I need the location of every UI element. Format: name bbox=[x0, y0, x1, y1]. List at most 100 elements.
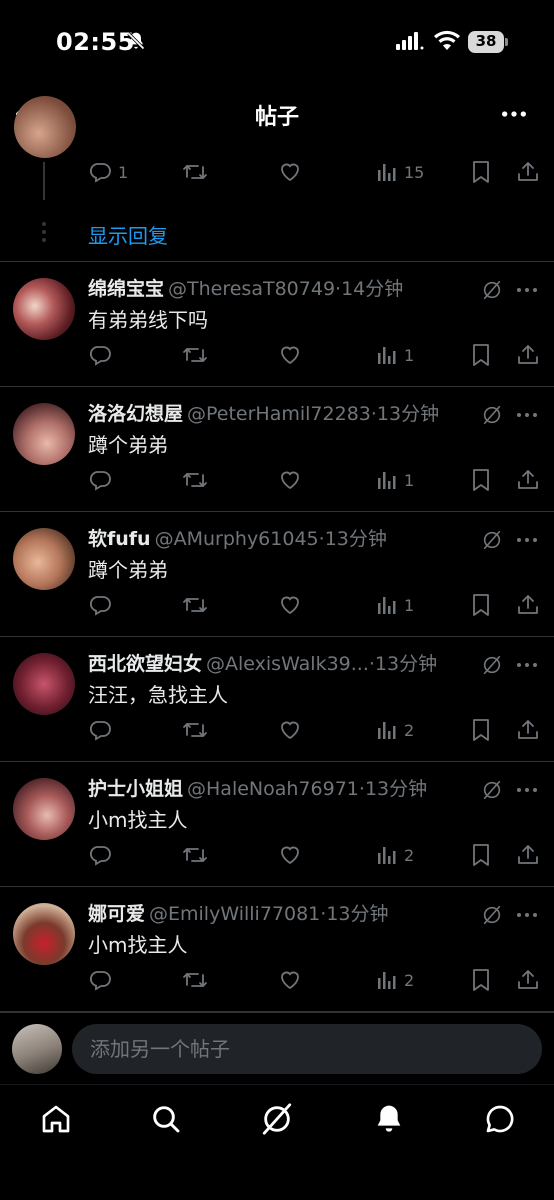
like-button[interactable] bbox=[278, 465, 308, 495]
avatar[interactable] bbox=[13, 903, 75, 965]
repost-button[interactable] bbox=[182, 590, 214, 620]
bookmark-button[interactable] bbox=[470, 590, 492, 620]
more-options-icon[interactable] bbox=[515, 779, 539, 805]
bookmark-icon bbox=[473, 719, 489, 741]
views-button[interactable]: 2 bbox=[376, 840, 414, 870]
views-count: 1 bbox=[404, 470, 415, 490]
display-name[interactable]: 绵绵宝宝 bbox=[88, 278, 164, 300]
grok-icon[interactable] bbox=[257, 1099, 297, 1139]
more-options-icon[interactable] bbox=[515, 529, 539, 555]
avatar[interactable] bbox=[13, 528, 75, 590]
grok-icon[interactable] bbox=[481, 404, 503, 430]
reply-button[interactable] bbox=[88, 715, 118, 745]
like-button[interactable] bbox=[278, 840, 308, 870]
like-button[interactable] bbox=[278, 340, 308, 370]
views-count: 15 bbox=[404, 162, 425, 182]
notifications-icon[interactable] bbox=[369, 1099, 409, 1139]
thread-line bbox=[43, 162, 45, 200]
like-button[interactable] bbox=[278, 965, 308, 995]
show-replies-link[interactable]: 显示回复 bbox=[88, 220, 168, 249]
cellular-signal-icon bbox=[396, 32, 424, 54]
grok-icon[interactable] bbox=[481, 654, 503, 680]
share-button[interactable] bbox=[516, 840, 540, 870]
like-button[interactable] bbox=[278, 590, 308, 620]
display-name[interactable]: 娜可爱 bbox=[88, 903, 145, 925]
grok-icon[interactable] bbox=[481, 779, 503, 805]
reply-post[interactable]: 绵绵宝宝 @TheresaT80749·14分钟 有弟弟线下吗 1 bbox=[0, 262, 554, 387]
display-name[interactable]: 洛洛幻想屋 bbox=[88, 403, 183, 425]
bookmark-button[interactable] bbox=[470, 965, 492, 995]
home-icon[interactable] bbox=[36, 1099, 76, 1139]
reply-post[interactable]: 软fufu @AMurphy61045·13分钟 蹲个弟弟 1 bbox=[0, 512, 554, 637]
views-button[interactable]: 2 bbox=[376, 715, 414, 745]
repost-button[interactable] bbox=[182, 715, 214, 745]
bookmark-button[interactable] bbox=[470, 157, 492, 187]
share-button[interactable] bbox=[516, 590, 540, 620]
reply-post[interactable]: 洛洛幻想屋 @PeterHamil72283·13分钟 蹲个弟弟 1 bbox=[0, 387, 554, 512]
views-button[interactable]: 1 bbox=[376, 590, 414, 620]
heart-icon bbox=[281, 163, 299, 182]
post-time: 13分钟 bbox=[374, 653, 438, 675]
avatar[interactable] bbox=[13, 278, 75, 340]
grok-icon[interactable] bbox=[481, 529, 503, 555]
display-name[interactable]: 护士小姐姐 bbox=[88, 778, 183, 800]
reply-post[interactable]: 娜可爱 @EmilyWilli77081·13分钟 小m找主人 2 bbox=[0, 887, 554, 1012]
reply-button[interactable] bbox=[88, 965, 118, 995]
display-name[interactable]: 软fufu bbox=[88, 528, 151, 550]
views-button[interactable]: 2 bbox=[376, 965, 414, 995]
bookmark-button[interactable] bbox=[470, 840, 492, 870]
repost-button[interactable] bbox=[182, 465, 214, 495]
avatar[interactable] bbox=[13, 778, 75, 840]
bookmark-button[interactable] bbox=[470, 715, 492, 745]
display-name[interactable]: 西北欲望妇女 bbox=[88, 653, 202, 675]
action-row: 2 bbox=[88, 840, 544, 870]
user-handle[interactable]: @HaleNoah76971 bbox=[187, 778, 359, 800]
more-options-icon[interactable] bbox=[515, 654, 539, 680]
avatar[interactable] bbox=[13, 653, 75, 715]
share-button[interactable] bbox=[516, 340, 540, 370]
reply-post[interactable]: 护士小姐姐 @HaleNoah76971·13分钟 小m找主人 2 bbox=[0, 762, 554, 887]
share-button[interactable] bbox=[516, 465, 540, 495]
reply-button[interactable] bbox=[88, 340, 118, 370]
repost-button[interactable] bbox=[182, 965, 214, 995]
my-avatar[interactable] bbox=[12, 1024, 62, 1074]
share-button[interactable] bbox=[516, 157, 540, 187]
post-meta: 护士小姐姐 @HaleNoah76971·13分钟 bbox=[88, 776, 478, 802]
more-options-icon[interactable] bbox=[515, 279, 539, 305]
share-button[interactable] bbox=[516, 965, 540, 995]
post-time: 13分钟 bbox=[364, 778, 428, 800]
user-handle[interactable]: @EmilyWilli77081 bbox=[149, 903, 320, 925]
share-button[interactable] bbox=[516, 715, 540, 745]
views-button[interactable]: 15 bbox=[376, 157, 424, 187]
reply-button[interactable]: 1 bbox=[88, 157, 128, 187]
repost-icon bbox=[183, 598, 207, 612]
like-button[interactable] bbox=[278, 157, 308, 187]
reply-button[interactable] bbox=[88, 465, 118, 495]
grok-icon[interactable] bbox=[481, 904, 503, 930]
avatar[interactable] bbox=[14, 96, 76, 158]
repost-button[interactable] bbox=[182, 340, 214, 370]
views-chart-icon bbox=[378, 472, 396, 489]
add-post-input[interactable] bbox=[72, 1024, 542, 1074]
search-icon[interactable] bbox=[146, 1099, 186, 1139]
repost-button[interactable] bbox=[182, 157, 214, 187]
more-options-icon[interactable] bbox=[498, 98, 530, 130]
user-handle[interactable]: @TheresaT80749 bbox=[168, 278, 335, 300]
grok-icon[interactable] bbox=[481, 279, 503, 305]
bookmark-button[interactable] bbox=[470, 465, 492, 495]
avatar[interactable] bbox=[13, 403, 75, 465]
reply-button[interactable] bbox=[88, 840, 118, 870]
reply-button[interactable] bbox=[88, 590, 118, 620]
more-options-icon[interactable] bbox=[515, 904, 539, 930]
reply-post[interactable]: 西北欲望妇女 @AlexisWalk39...·13分钟 汪汪，急找主人 2 bbox=[0, 637, 554, 762]
bookmark-button[interactable] bbox=[470, 340, 492, 370]
views-button[interactable]: 1 bbox=[376, 340, 414, 370]
user-handle[interactable]: @PeterHamil72283 bbox=[187, 403, 371, 425]
like-button[interactable] bbox=[278, 715, 308, 745]
more-options-icon[interactable] bbox=[515, 404, 539, 430]
views-button[interactable]: 1 bbox=[376, 465, 414, 495]
user-handle[interactable]: @AMurphy61045 bbox=[155, 528, 319, 550]
messages-icon[interactable] bbox=[480, 1099, 520, 1139]
user-handle[interactable]: @AlexisWalk39... bbox=[206, 653, 369, 675]
repost-button[interactable] bbox=[182, 840, 214, 870]
